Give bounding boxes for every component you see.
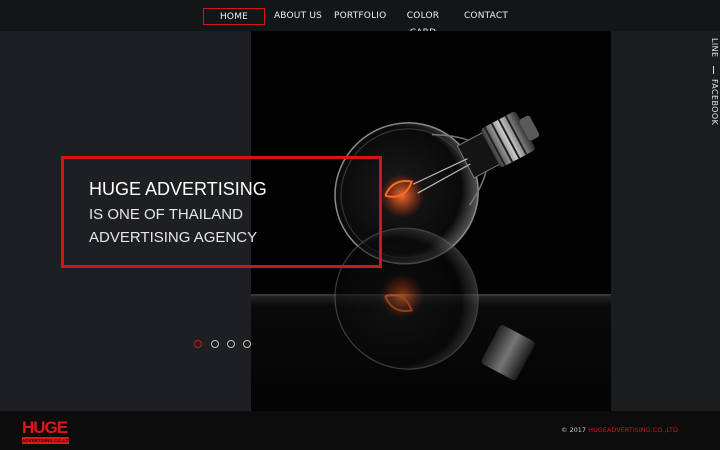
slider-dot-4[interactable] — [243, 340, 251, 348]
headline-title: HUGE ADVERTISING — [89, 179, 267, 199]
hero-right-panel — [611, 31, 720, 411]
top-nav: HOME ABOUT US PORTFOLIO COLOR CARD CONTA… — [0, 0, 720, 38]
slider-dot-3[interactable] — [227, 340, 235, 348]
nav-portfolio[interactable]: PORTFOLIO — [334, 8, 386, 25]
nav-home[interactable]: HOME — [203, 8, 265, 25]
logo-wordmark: HUGE — [22, 418, 68, 437]
headline-box: HUGE ADVERTISING IS ONE OF THAILAND ADVE… — [61, 156, 382, 268]
footer: HUGE ADVERTISING CO.,LTD © 2017 HUGEADVE… — [0, 411, 720, 450]
company-logo[interactable]: HUGE ADVERTISING CO.,LTD — [22, 419, 70, 447]
slider-dot-2[interactable] — [211, 340, 219, 348]
headline-subtitle-line-2: ADVERTISING AGENCY — [89, 229, 258, 246]
copyright-prefix: © 2017 — [560, 426, 589, 434]
copyright-text: © 2017 HUGEADVERTISING CO.,LTD — [561, 426, 678, 434]
copyright-brand-link[interactable]: HUGEADVERTISING CO.,LTD — [588, 426, 678, 434]
logo-tagline: ADVERTISING CO.,LTD — [22, 437, 69, 444]
social-divider — [713, 66, 714, 74]
headline-subtitle-line-1: IS ONE OF THAILAND — [89, 206, 243, 223]
social-link-facebook[interactable]: FACEBOOK — [710, 79, 719, 125]
nav-contact[interactable]: CONTACT — [463, 8, 509, 25]
nav-color-card[interactable]: COLOR CARD — [393, 8, 453, 38]
nav-about-us[interactable]: ABOUT US — [272, 8, 324, 25]
slider-dot-1[interactable] — [194, 340, 202, 348]
social-link-line[interactable]: LINE — [710, 38, 719, 57]
